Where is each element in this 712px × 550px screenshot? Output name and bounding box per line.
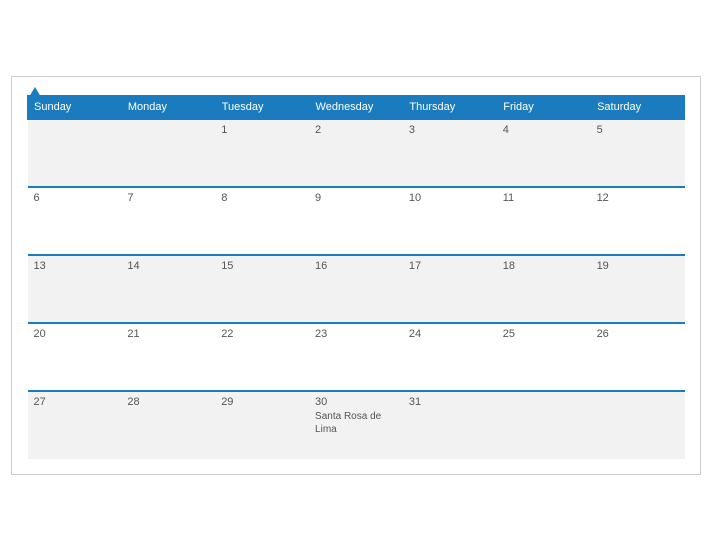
day-number: 10 [409, 192, 491, 204]
weekday-header: Tuesday [215, 95, 309, 119]
day-number: 15 [221, 260, 303, 272]
calendar-day-cell: 2 [309, 119, 403, 187]
calendar-day-cell [497, 391, 591, 459]
event-text: Santa Rosa de Lima [315, 411, 381, 435]
weekday-header: Saturday [591, 95, 685, 119]
day-number: 18 [503, 260, 585, 272]
weekday-header-row: SundayMondayTuesdayWednesdayThursdayFrid… [28, 95, 685, 119]
calendar-day-cell: 30 Santa Rosa de Lima [309, 391, 403, 459]
calendar-day-cell: 11 [497, 187, 591, 255]
logo-triangle-icon [29, 87, 41, 97]
day-number: 31 [409, 396, 491, 408]
day-number: 22 [221, 328, 303, 340]
calendar-day-cell: 31 [403, 391, 497, 459]
day-number: 12 [597, 192, 679, 204]
day-number: 24 [409, 328, 491, 340]
calendar-day-cell: 25 [497, 323, 591, 391]
calendar-day-cell: 9 [309, 187, 403, 255]
calendar-day-cell: 18 [497, 255, 591, 323]
day-number: 23 [315, 328, 397, 340]
weekday-header: Thursday [403, 95, 497, 119]
calendar-week-row: 12345 [28, 119, 685, 187]
day-number: 3 [409, 124, 491, 136]
calendar-day-cell: 5 [591, 119, 685, 187]
weekday-header: Wednesday [309, 95, 403, 119]
day-number: 28 [127, 396, 209, 408]
day-number: 21 [127, 328, 209, 340]
calendar-day-cell: 1 [215, 119, 309, 187]
day-number: 26 [597, 328, 679, 340]
calendar-day-cell: 28 [121, 391, 215, 459]
calendar-day-cell: 13 [28, 255, 122, 323]
calendar-week-row: 20 21 22 23 24 25 26 [28, 323, 685, 391]
calendar-day-cell [28, 119, 122, 187]
day-number: 13 [34, 260, 116, 272]
calendar-day-cell [121, 119, 215, 187]
day-number: 2 [315, 124, 397, 136]
day-number: 6 [34, 192, 116, 204]
calendar-day-cell: 19 [591, 255, 685, 323]
day-number: 1 [221, 124, 303, 136]
calendar-day-cell: 24 [403, 323, 497, 391]
day-number: 16 [315, 260, 397, 272]
weekday-header: Sunday [28, 95, 122, 119]
weekday-header: Monday [121, 95, 215, 119]
calendar-day-cell: 20 [28, 323, 122, 391]
calendar-day-cell: 23 [309, 323, 403, 391]
day-number: 25 [503, 328, 585, 340]
day-number: 5 [597, 124, 679, 136]
day-number: 20 [34, 328, 116, 340]
day-number: 29 [221, 396, 303, 408]
calendar-day-cell: 6 [28, 187, 122, 255]
calendar-day-cell: 27 [28, 391, 122, 459]
calendar-day-cell: 12 [591, 187, 685, 255]
calendar-day-cell [591, 391, 685, 459]
calendar-week-row: 27 28 29 30 Santa Rosa de Lima 31 [28, 391, 685, 459]
day-number: 9 [315, 192, 397, 204]
calendar-day-cell: 14 [121, 255, 215, 323]
calendar-day-cell: 10 [403, 187, 497, 255]
calendar-week-row: 6789 10 11 12 [28, 187, 685, 255]
calendar-day-cell: 21 [121, 323, 215, 391]
calendar-day-cell: 3 [403, 119, 497, 187]
logo [27, 87, 41, 97]
calendar-day-cell: 15 [215, 255, 309, 323]
calendar-day-cell: 26 [591, 323, 685, 391]
calendar-day-cell: 7 [121, 187, 215, 255]
day-number: 19 [597, 260, 679, 272]
calendar-day-cell: 16 [309, 255, 403, 323]
day-number: 27 [34, 396, 116, 408]
day-number: 14 [127, 260, 209, 272]
day-number: 8 [221, 192, 303, 204]
calendar-week-row: 13 14 15 16 17 18 19 [28, 255, 685, 323]
day-number: 30 [315, 396, 397, 408]
weekday-header: Friday [497, 95, 591, 119]
calendar-table: SundayMondayTuesdayWednesdayThursdayFrid… [27, 95, 685, 459]
calendar-day-cell: 4 [497, 119, 591, 187]
day-number: 4 [503, 124, 585, 136]
day-number: 7 [127, 192, 209, 204]
calendar-container: SundayMondayTuesdayWednesdayThursdayFrid… [11, 76, 701, 475]
day-number: 11 [503, 192, 585, 204]
calendar-day-cell: 8 [215, 187, 309, 255]
calendar-day-cell: 29 [215, 391, 309, 459]
calendar-day-cell: 17 [403, 255, 497, 323]
calendar-day-cell: 22 [215, 323, 309, 391]
day-number: 17 [409, 260, 491, 272]
